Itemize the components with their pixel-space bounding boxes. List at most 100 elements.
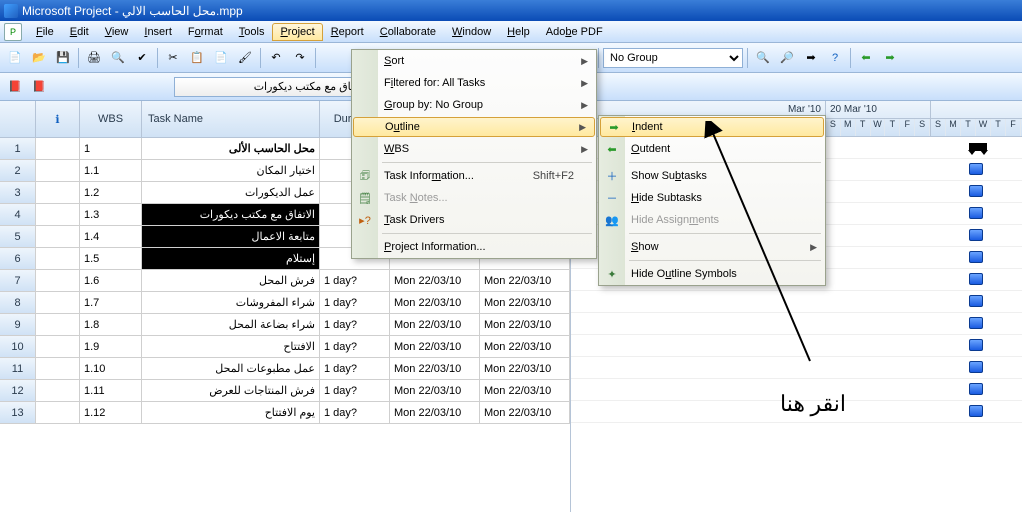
taskname-cell[interactable]: شراء بضاعة المحل xyxy=(142,314,320,336)
menu-sort[interactable]: Sort▶ xyxy=(352,50,596,72)
task-bar[interactable] xyxy=(969,405,983,417)
start-cell[interactable]: Mon 22/03/10 xyxy=(390,402,480,424)
table-row[interactable]: 101.9الافتتاح1 day?Mon 22/03/10Mon 22/03… xyxy=(0,336,570,358)
table-row[interactable]: 111.10عمل مطبوعات المحل1 day?Mon 22/03/1… xyxy=(0,358,570,380)
info-cell[interactable] xyxy=(36,380,80,402)
taskname-cell[interactable]: إستلام xyxy=(142,248,320,270)
pdf-send-icon[interactable]: 📕 xyxy=(28,76,50,98)
taskname-cell[interactable]: شراء المفروشات xyxy=(142,292,320,314)
taskname-cell[interactable]: اختيار المكان xyxy=(142,160,320,182)
start-cell[interactable]: Mon 22/03/10 xyxy=(390,314,480,336)
info-cell[interactable] xyxy=(36,314,80,336)
menu-format[interactable]: Format xyxy=(180,23,231,41)
info-cell[interactable] xyxy=(36,292,80,314)
duration-cell[interactable]: 1 day? xyxy=(320,292,390,314)
row-number[interactable]: 10 xyxy=(0,336,36,358)
info-cell[interactable] xyxy=(36,248,80,270)
wbs-cell[interactable]: 1.5 xyxy=(80,248,142,270)
zoom-out-icon[interactable]: 🔎 xyxy=(776,47,798,69)
row-number[interactable]: 9 xyxy=(0,314,36,336)
start-cell[interactable]: Mon 22/03/10 xyxy=(390,358,480,380)
menu-adobe-pdf[interactable]: Adobe PDF xyxy=(538,23,611,41)
info-cell[interactable] xyxy=(36,270,80,292)
wbs-cell[interactable]: 1.10 xyxy=(80,358,142,380)
wbs-cell[interactable]: 1.11 xyxy=(80,380,142,402)
row-number[interactable]: 3 xyxy=(0,182,36,204)
task-bar[interactable] xyxy=(969,185,983,197)
duration-cell[interactable]: 1 day? xyxy=(320,380,390,402)
start-cell[interactable]: Mon 22/03/10 xyxy=(390,380,480,402)
taskname-cell[interactable]: فرش المحل xyxy=(142,270,320,292)
print-preview-icon[interactable]: 🔍 xyxy=(107,47,129,69)
col-taskname[interactable]: Task Name xyxy=(142,101,320,137)
project-app-icon[interactable]: P xyxy=(4,23,22,41)
format-painter-icon[interactable]: 🖌 xyxy=(234,47,256,69)
start-cell[interactable]: Mon 22/03/10 xyxy=(390,292,480,314)
info-cell[interactable] xyxy=(36,182,80,204)
row-number[interactable]: 12 xyxy=(0,380,36,402)
taskname-cell[interactable]: يوم الافتتاح xyxy=(142,402,320,424)
row-number[interactable]: 5 xyxy=(0,226,36,248)
menu-insert[interactable]: Insert xyxy=(136,23,180,41)
duration-cell[interactable]: 1 day? xyxy=(320,314,390,336)
nav-forward-icon[interactable]: ➡ xyxy=(879,47,901,69)
menu-wbs[interactable]: WBS▶ xyxy=(352,138,596,160)
task-bar[interactable] xyxy=(969,317,983,329)
menu-project-info[interactable]: Project Information... xyxy=(352,236,596,258)
menu-groupby[interactable]: Group by: No Group▶ xyxy=(352,94,596,116)
wbs-cell[interactable]: 1.8 xyxy=(80,314,142,336)
wbs-cell[interactable]: 1.6 xyxy=(80,270,142,292)
table-row[interactable]: 121.11فرش المنتاجات للعرض1 day?Mon 22/03… xyxy=(0,380,570,402)
menu-help[interactable]: Help xyxy=(499,23,538,41)
task-bar[interactable] xyxy=(969,273,983,285)
row-number[interactable]: 4 xyxy=(0,204,36,226)
nav-back-icon[interactable]: ⬅ xyxy=(855,47,877,69)
finish-cell[interactable]: Mon 22/03/10 xyxy=(480,358,570,380)
row-number[interactable]: 2 xyxy=(0,160,36,182)
row-number[interactable]: 13 xyxy=(0,402,36,424)
menu-outline[interactable]: Outline▶ xyxy=(353,117,595,137)
wbs-cell[interactable]: 1.7 xyxy=(80,292,142,314)
task-bar[interactable] xyxy=(969,339,983,351)
table-row[interactable]: 81.7شراء المفروشات1 day?Mon 22/03/10Mon … xyxy=(0,292,570,314)
copy-icon[interactable]: 📋 xyxy=(186,47,208,69)
table-row[interactable]: 91.8شراء بضاعة المحل1 day?Mon 22/03/10Mo… xyxy=(0,314,570,336)
paste-icon[interactable]: 📄 xyxy=(210,47,232,69)
info-cell[interactable] xyxy=(36,226,80,248)
taskname-cell[interactable]: محل الحاسب الألى xyxy=(142,138,320,160)
task-bar[interactable] xyxy=(969,229,983,241)
task-bar[interactable] xyxy=(969,207,983,219)
info-cell[interactable] xyxy=(36,204,80,226)
start-cell[interactable]: Mon 22/03/10 xyxy=(390,336,480,358)
taskname-cell[interactable]: الافتتاح xyxy=(142,336,320,358)
new-file-icon[interactable]: 📄 xyxy=(4,47,26,69)
wbs-cell[interactable]: 1.2 xyxy=(80,182,142,204)
task-bar[interactable] xyxy=(969,163,983,175)
redo-icon[interactable]: ↷ xyxy=(289,47,311,69)
duration-cell[interactable]: 1 day? xyxy=(320,270,390,292)
menu-task-drivers[interactable]: ▸?Task Drivers xyxy=(352,209,596,231)
row-number[interactable]: 8 xyxy=(0,292,36,314)
row-number[interactable]: 11 xyxy=(0,358,36,380)
task-bar[interactable] xyxy=(969,383,983,395)
info-cell[interactable] xyxy=(36,358,80,380)
col-wbs[interactable]: WBS xyxy=(80,101,142,137)
task-bar[interactable] xyxy=(969,361,983,373)
menu-project[interactable]: Project xyxy=(272,23,322,41)
duration-cell[interactable]: 1 day? xyxy=(320,336,390,358)
taskname-cell[interactable]: الاتفاق مع مكتب ديكورات xyxy=(142,204,320,226)
menu-report[interactable]: Report xyxy=(323,23,372,41)
task-bar[interactable] xyxy=(969,295,983,307)
duration-cell[interactable]: 1 day? xyxy=(320,402,390,424)
finish-cell[interactable]: Mon 22/03/10 xyxy=(480,314,570,336)
row-number[interactable]: 1 xyxy=(0,138,36,160)
info-cell[interactable] xyxy=(36,160,80,182)
open-folder-icon[interactable]: 📂 xyxy=(28,47,50,69)
row-number[interactable]: 6 xyxy=(0,248,36,270)
row-number[interactable]: 7 xyxy=(0,270,36,292)
col-info[interactable]: ℹ xyxy=(36,101,80,137)
finish-cell[interactable]: Mon 22/03/10 xyxy=(480,402,570,424)
taskname-cell[interactable]: متابعة الاعمال xyxy=(142,226,320,248)
task-bar[interactable] xyxy=(969,251,983,263)
wbs-cell[interactable]: 1.4 xyxy=(80,226,142,248)
